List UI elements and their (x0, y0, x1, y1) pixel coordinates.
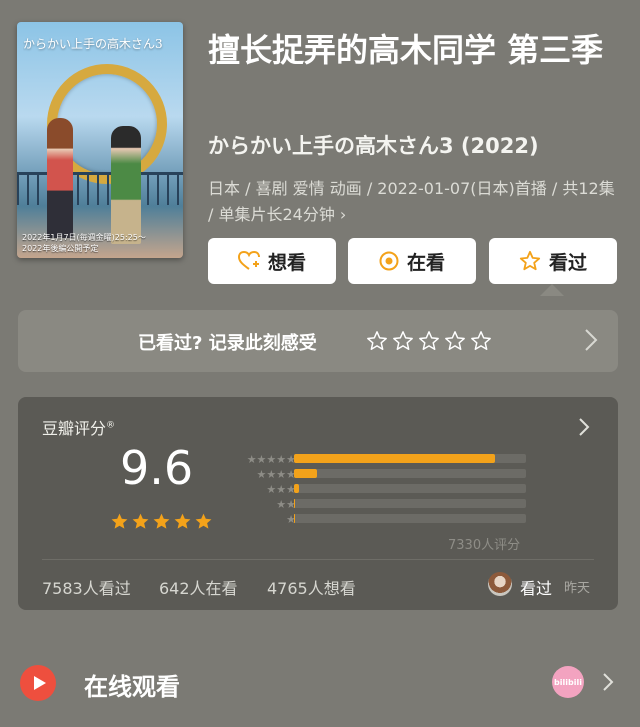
rating-count: 7330人评分 (448, 538, 521, 553)
rating-stars (110, 512, 213, 531)
poster-caption: 2022年1月7日(毎週金曜)25:25〜 2022年後編公開予定 (22, 232, 178, 254)
record-feeling-card[interactable]: 已看过? 记录此刻感受 (18, 310, 618, 372)
rating-row-stars: ★★★★ (256, 468, 296, 481)
rating-row-1: ★ (228, 512, 528, 527)
bilibili-icon: bilibili (552, 666, 584, 698)
rating-row-track (294, 484, 526, 493)
rating-row-4: ★★★★ (228, 467, 528, 482)
online-watch-label: 在线观看 (84, 673, 180, 701)
poster-boy-figure (111, 126, 141, 244)
registered-mark: ® (106, 420, 116, 431)
chevron-right-icon (584, 328, 598, 356)
rating-row-5: ★★★★★ (228, 452, 528, 467)
watched-pointer (540, 284, 564, 296)
rating-row-track (294, 469, 526, 478)
original-title: からかい上手の高木さん3 (2022) (208, 134, 539, 158)
rate-star-5[interactable] (470, 330, 492, 352)
rate-star-4[interactable] (444, 330, 466, 352)
avatar[interactable] (488, 572, 512, 596)
play-icon (20, 665, 56, 701)
rating-row-2: ★★ (228, 497, 528, 512)
rating-row-track (294, 514, 526, 523)
watched-label: 看过 (548, 251, 587, 274)
rating-row-stars: ★★★ (266, 483, 296, 496)
page-title: 擅长捉弄的高木同学 第三季 (208, 31, 604, 69)
watching-button[interactable]: 在看 (348, 238, 476, 284)
filled-star-icon (153, 513, 170, 529)
rating-row-bar (294, 514, 296, 523)
watching-label: 在看 (406, 251, 445, 274)
rating-score: 9.6 (120, 441, 194, 495)
rating-card[interactable]: 豆瓣评分® 9.6 ★★★★★ ★★★★ ★★★ ★★ ★ 7330人评分 75… (18, 397, 618, 610)
rate-star-2[interactable] (392, 330, 414, 352)
rating-row-track (294, 454, 526, 463)
poster-title: からかい上手の高木さん3 (23, 37, 163, 51)
rate-stars[interactable] (366, 330, 492, 352)
star-outline-icon (519, 250, 541, 272)
rating-row-bar (294, 484, 300, 493)
filled-star-icon (132, 513, 149, 529)
filled-star-icon (195, 513, 212, 529)
filled-star-icon (174, 513, 191, 529)
want-to-watch-button[interactable]: 想看 (208, 238, 336, 284)
chevron-right-icon[interactable] (578, 417, 590, 441)
poster-caption-line2: 2022年後編公開予定 (22, 244, 99, 253)
target-icon (379, 251, 399, 271)
rating-label: 豆瓣评分® (42, 419, 116, 438)
rating-row-3: ★★★ (228, 482, 528, 497)
friend-status: 看过 (520, 579, 553, 598)
rating-row-bar (294, 469, 318, 478)
filled-star-icon (111, 513, 128, 529)
divider (42, 559, 594, 560)
heart-plus-icon (237, 251, 260, 271)
wish-count[interactable]: 4765人想看 (267, 575, 356, 599)
poster-image[interactable]: からかい上手の高木さん3 2022年1月7日(毎週金曜)25:25〜 2022年… (17, 22, 183, 258)
meta-info[interactable]: 日本 / 喜剧 爱情 动画 / 2022-01-07(日本)首播 / 共12集 … (208, 176, 620, 228)
seen-count[interactable]: 7583人看过 (42, 575, 131, 599)
watching-count[interactable]: 642人在看 (159, 575, 238, 599)
rating-row-bar (294, 499, 296, 508)
want-to-watch-label: 想看 (267, 251, 306, 274)
rating-row-stars: ★★★★★ (246, 453, 296, 466)
chevron-right-icon (602, 672, 614, 696)
rating-row-track (294, 499, 526, 508)
poster-railing (17, 172, 183, 205)
rate-star-1[interactable] (366, 330, 388, 352)
record-feeling-prompt: 已看过? 记录此刻感受 (138, 333, 317, 354)
poster-caption-line1: 2022年1月7日(毎週金曜)25:25〜 (22, 233, 146, 242)
rate-star-3[interactable] (418, 330, 440, 352)
watched-button[interactable]: 看过 (489, 238, 617, 284)
rating-distribution: ★★★★★ ★★★★ ★★★ ★★ ★ (228, 452, 528, 527)
rating-row-bar (294, 454, 495, 463)
friend-time: 昨天 (564, 581, 591, 596)
poster-girl-figure (47, 118, 73, 238)
online-watch-row[interactable]: 在线观看 bilibili (0, 655, 640, 715)
